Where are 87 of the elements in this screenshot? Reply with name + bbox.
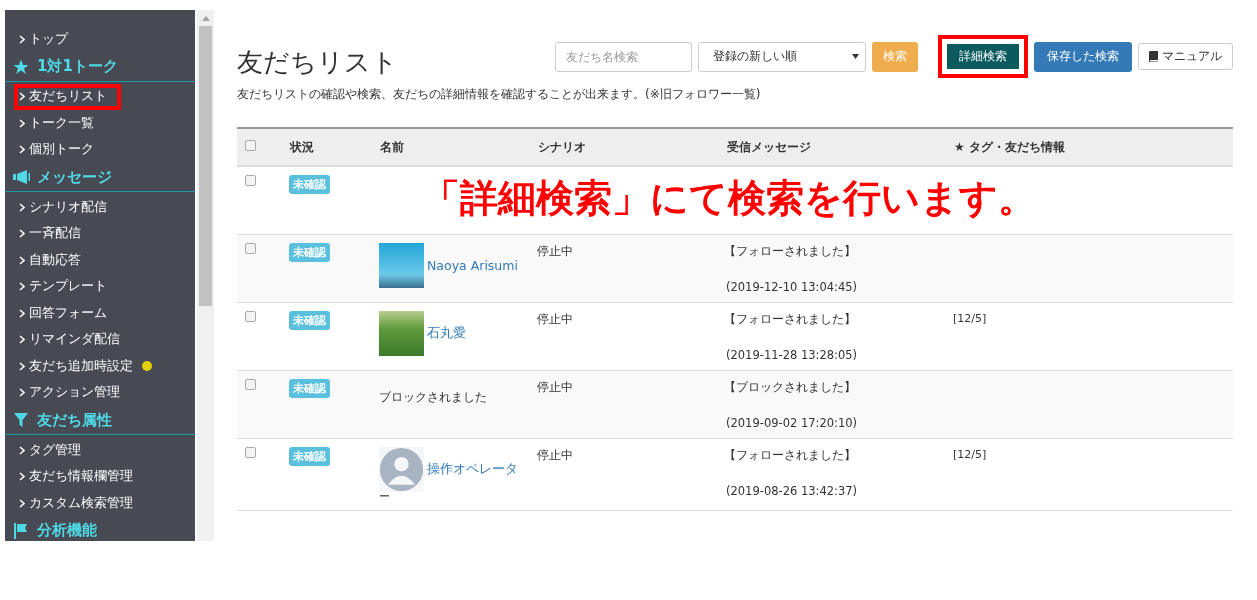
received-message: 【フォローされました】 xyxy=(724,311,857,328)
caret-icon xyxy=(852,54,859,59)
chevron-icon xyxy=(18,444,26,456)
sort-dropdown[interactable]: 登録の新しい順 xyxy=(698,41,866,72)
sidebar-item[interactable]: リマインダ配信 xyxy=(5,326,195,353)
chevron-icon xyxy=(18,497,26,509)
avatar-silhouette-icon xyxy=(379,447,424,492)
message-date: (2019-12-10 13:04:45) xyxy=(726,280,859,294)
received-message: 【フォローされました】 xyxy=(724,447,857,464)
blocked-note: ブロックされました xyxy=(379,389,488,406)
scroll-up-icon xyxy=(201,16,210,21)
scrollbar[interactable] xyxy=(197,10,214,541)
row-checkbox[interactable] xyxy=(245,311,256,322)
column-header: シナリオ xyxy=(537,128,726,166)
chevron-icon xyxy=(18,281,26,293)
friend-name-link[interactable]: Naoya Arisumi xyxy=(427,258,518,273)
name-suffix: ー xyxy=(379,492,391,502)
column-header: 受信メッセージ xyxy=(726,128,953,166)
sidebar-item[interactable]: 友だち追加時設定 xyxy=(5,353,195,380)
saved-button[interactable]: 保存した検索 xyxy=(1034,41,1132,72)
sidebar-item[interactable]: トーク一覧 xyxy=(5,110,195,137)
chevron-icon xyxy=(18,33,26,45)
filter-icon xyxy=(13,412,31,428)
status-badge: 未確認 xyxy=(289,447,330,466)
section-heading: 友だち属性 xyxy=(37,410,112,430)
section-heading: 1対1トーク xyxy=(37,57,118,76)
sidebar-item[interactable]: 個別トーク xyxy=(5,136,195,163)
manual-button[interactable]: マニュアル xyxy=(1138,43,1233,70)
chevron-icon xyxy=(18,307,26,319)
scenario-status: 停止中 xyxy=(537,380,573,394)
message-date: (2019-11-28 13:28:05) xyxy=(726,348,859,362)
friend-name-link[interactable]: 石丸愛 xyxy=(427,325,466,342)
column-header: 状況 xyxy=(289,128,379,166)
sidebar-item[interactable]: 一斉配信 xyxy=(5,220,195,247)
tag-info: [12/5] xyxy=(953,312,987,325)
chevron-icon xyxy=(18,360,26,372)
section-heading: メッセージ xyxy=(37,167,112,187)
status-badge: 未確認 xyxy=(289,379,330,398)
sidebar-item[interactable]: シナリオ配信 xyxy=(5,194,195,221)
row-checkbox[interactable] xyxy=(245,447,256,458)
sidebar-item[interactable]: 友だちリスト xyxy=(14,83,121,110)
scrollbar-thumb[interactable] xyxy=(199,26,212,306)
chevron-icon xyxy=(18,334,26,346)
status-badge: 未確認 xyxy=(289,175,330,194)
star-icon xyxy=(13,58,31,75)
chevron-icon xyxy=(18,387,26,399)
chevron-icon xyxy=(18,201,26,213)
friend-name-link[interactable]: 操作オペレータ xyxy=(427,461,518,478)
message-date: (2019-08-26 13:42:37) xyxy=(726,484,859,498)
sidebar-item[interactable]: 友だち情報欄管理 xyxy=(5,463,195,490)
sidebar-item[interactable]: タグ管理 xyxy=(5,437,195,464)
row-checkbox[interactable] xyxy=(245,379,256,390)
select-all-checkbox[interactable] xyxy=(245,140,256,151)
tag-info: [12/5] xyxy=(953,448,987,461)
sidebar-item[interactable]: テンプレート xyxy=(5,273,195,300)
sidebar-item[interactable]: トップ xyxy=(5,26,195,53)
page-description: 友だちリストの確認や検索、友だちの詳細情報を確認することが出来ます。(※旧フォロワー一覧) xyxy=(237,86,762,103)
section-heading: 分析機能 xyxy=(37,521,97,540)
photo-placeholder xyxy=(379,311,424,356)
page-title: 友だちリスト xyxy=(237,46,398,78)
status-badge: 未確認 xyxy=(289,243,330,262)
row-checkbox[interactable] xyxy=(245,243,256,254)
row-checkbox[interactable] xyxy=(245,175,256,186)
column-header: ★ タグ・友だち情報 xyxy=(953,128,1233,166)
chevron-icon xyxy=(18,117,26,129)
detail-button[interactable]: 詳細検索 xyxy=(938,35,1028,78)
chevron-icon xyxy=(18,144,26,156)
chevron-icon xyxy=(18,254,26,266)
megaphone-icon xyxy=(13,169,31,185)
sidebar-item[interactable]: カスタム検索管理 xyxy=(5,490,195,517)
received-message: 【ブロックされました】 xyxy=(724,379,857,396)
sidebar-item[interactable]: 回答フォーム xyxy=(5,300,195,327)
sidebar-item[interactable]: アクション管理 xyxy=(5,379,195,406)
search-field[interactable]: 友だち名検索 xyxy=(555,41,692,72)
chevron-icon xyxy=(18,471,26,483)
message-date: (2019-09-02 17:20:10) xyxy=(726,416,859,430)
photo-placeholder xyxy=(379,243,424,288)
scenario-status: 停止中 xyxy=(537,244,573,258)
chevron-icon xyxy=(18,91,26,103)
scenario-status: 停止中 xyxy=(537,448,573,462)
status-badge: 未確認 xyxy=(289,311,330,330)
book-icon xyxy=(1149,51,1158,62)
column-header: 名前 xyxy=(379,128,537,166)
chevron-icon xyxy=(18,228,26,240)
sidebar-item[interactable]: 自動応答 xyxy=(5,247,195,274)
received-message: 【フォローされました】 xyxy=(724,243,857,260)
scenario-status: 停止中 xyxy=(537,312,573,326)
